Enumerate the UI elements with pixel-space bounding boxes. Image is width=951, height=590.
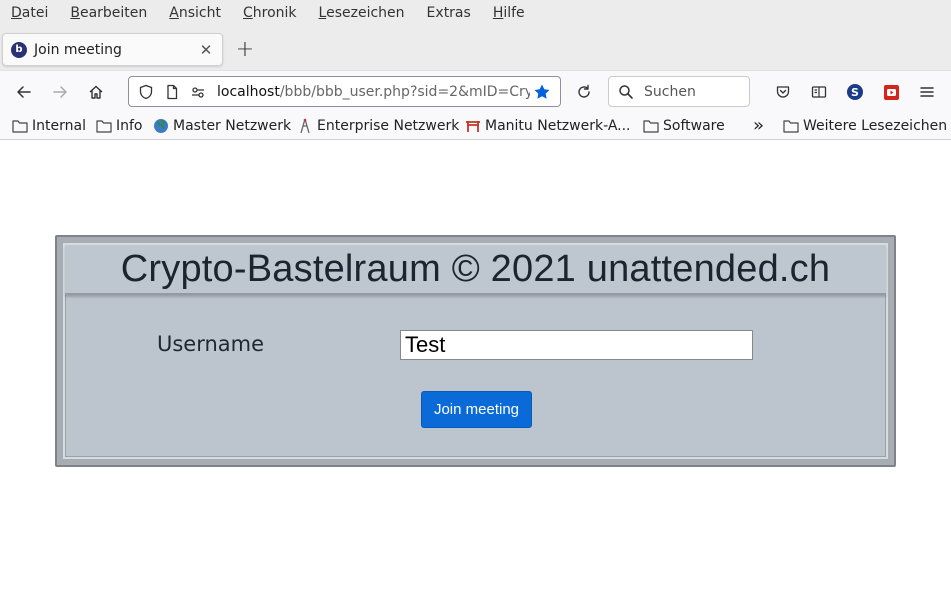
username-label: Username: [157, 332, 265, 356]
extension-s-button[interactable]: S: [843, 80, 867, 104]
hamburger-menu-icon: [920, 87, 934, 97]
permissions-icon[interactable]: [189, 83, 207, 101]
bookmark-label: Internal: [32, 117, 86, 134]
bookmark-software[interactable]: Software: [643, 111, 725, 140]
bookmark-internal[interactable]: Internal: [12, 111, 86, 140]
page-title: Crypto-Bastelraum © 2021 unattended.ch: [120, 247, 831, 290]
url-host: localhost: [217, 83, 280, 100]
home-button[interactable]: [84, 80, 108, 104]
back-arrow-icon: [17, 86, 31, 98]
pocket-icon: [776, 86, 790, 98]
bookmark-label: Manitu Netzwerk-A...: [485, 117, 631, 134]
folder-icon: [643, 118, 659, 134]
page-info-icon[interactable]: [163, 83, 181, 101]
globe-icon: [153, 118, 169, 134]
menu-hilfe[interactable]: Hilfe: [493, 0, 525, 27]
bookmark-info[interactable]: Info: [96, 111, 143, 140]
bookmark-enterprise-netzwerk[interactable]: Enterprise Netzwerk: [297, 111, 459, 140]
search-placeholder: Suchen: [644, 83, 696, 100]
menu-bar: Datei Bearbeiten Ansicht Chronik Lesezei…: [0, 0, 951, 27]
panel-header: Crypto-Bastelraum © 2021 unattended.ch: [65, 245, 886, 295]
bookmark-master-netzwerk[interactable]: Master Netzwerk: [153, 111, 291, 140]
bookmark-label: Info: [116, 117, 143, 134]
bigbluebutton-favicon-icon: b: [11, 41, 27, 58]
close-tab-icon[interactable]: ✕: [196, 40, 216, 60]
reload-icon: [578, 84, 590, 98]
menu-extras[interactable]: Extras: [427, 0, 471, 27]
home-icon: [89, 85, 103, 99]
bookmark-other[interactable]: Weitere Lesezeichen: [783, 111, 947, 140]
join-form-panel: Crypto-Bastelraum © 2021 unattended.ch U…: [55, 235, 896, 467]
bookmark-label: Enterprise Netzwerk: [317, 117, 460, 134]
menu-chronik[interactable]: Chronik: [243, 0, 297, 27]
sidebar-icon: [811, 86, 827, 98]
bookmark-label: Master Netzwerk: [173, 117, 292, 134]
address-bar[interactable]: localhost/bbb/bbb_user.php?sid=2&mID=Cry: [128, 76, 561, 107]
app-menu-button[interactable]: [915, 80, 939, 104]
back-button[interactable]: [12, 80, 36, 104]
tower-icon: [297, 118, 313, 134]
forward-arrow-icon: [53, 86, 67, 98]
url-path: /bbb/bbb_user.php?sid=2&mID=Cry: [279, 83, 530, 100]
menu-bearbeiten[interactable]: Bearbeiten: [70, 0, 147, 27]
folder-icon: [96, 118, 112, 134]
search-icon: [618, 84, 634, 100]
reader-view-button[interactable]: [807, 80, 831, 104]
bookmark-star-icon[interactable]: [530, 80, 554, 104]
bookmarks-overflow-button[interactable]: »: [753, 111, 764, 140]
folder-icon: [783, 118, 799, 134]
reload-button[interactable]: [572, 80, 596, 104]
username-input[interactable]: [400, 330, 753, 360]
tab-join-meeting[interactable]: b Join meeting ✕: [2, 33, 223, 66]
bookmark-label: Software: [663, 117, 725, 134]
forward-button[interactable]: [48, 80, 72, 104]
join-meeting-button[interactable]: Join meeting: [421, 391, 532, 428]
join-form-inner: Crypto-Bastelraum © 2021 unattended.ch U…: [63, 243, 888, 459]
url-text[interactable]: localhost/bbb/bbb_user.php?sid=2&mID=Cry: [217, 84, 530, 100]
bookmarks-toolbar: Internal Info Master Netzwerk Enterprise…: [0, 111, 951, 140]
new-tab-button[interactable]: +: [234, 37, 256, 62]
tab-title: Join meeting: [34, 41, 122, 58]
navigation-bar: localhost/bbb/bbb_user.php?sid=2&mID=Cry…: [0, 70, 951, 111]
tracking-shield-icon[interactable]: [137, 83, 155, 101]
tab-strip: b Join meeting ✕ +: [0, 27, 951, 70]
youtube-extension-icon: [883, 84, 899, 100]
s-extension-icon: S: [847, 84, 863, 100]
extension-youtube-button[interactable]: [879, 80, 903, 104]
folder-icon: [12, 118, 28, 134]
bookmark-manitu-netzwerk[interactable]: Manitu Netzwerk-A...: [465, 111, 631, 140]
menu-ansicht[interactable]: Ansicht: [169, 0, 221, 27]
menu-lesezeichen[interactable]: Lesezeichen: [319, 0, 405, 27]
gate-icon: [465, 118, 481, 134]
menu-datei[interactable]: Datei: [11, 0, 48, 27]
pocket-button[interactable]: [771, 80, 795, 104]
search-box[interactable]: Suchen: [608, 76, 750, 107]
bookmark-label: Weitere Lesezeichen: [803, 117, 948, 134]
